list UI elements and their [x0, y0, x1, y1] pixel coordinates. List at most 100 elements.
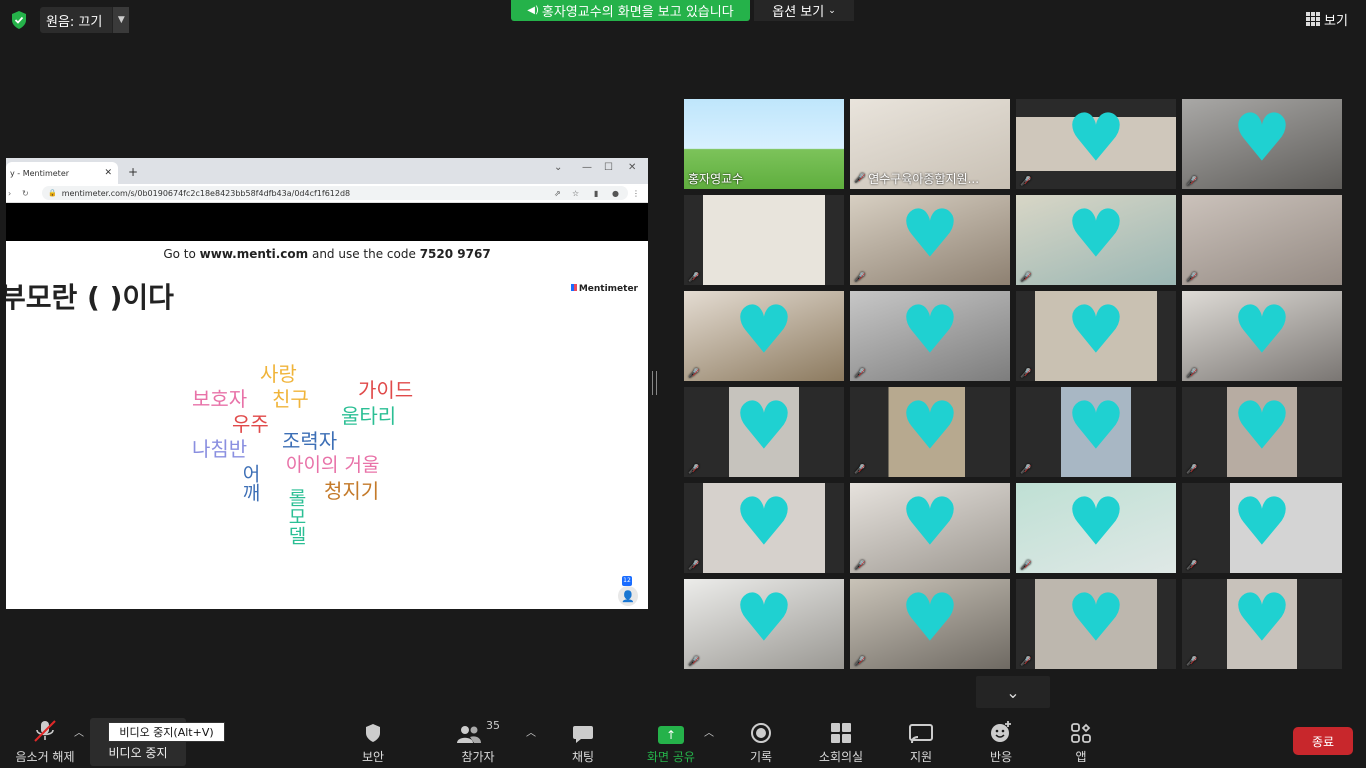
muted-mic-icon: 🎤̸	[854, 657, 866, 667]
muted-mic-icon: 🎤̸	[688, 561, 700, 571]
participant-tile[interactable]: ♥ 🎤̸	[1182, 387, 1342, 477]
audio-options-caret-icon[interactable]: ︿	[74, 724, 84, 739]
word-cloud-item: 아이의 거울	[286, 454, 380, 476]
participant-name-tag: 🎤̸	[1020, 177, 1034, 187]
word-cloud-item: 울타리	[341, 404, 397, 428]
muted-mic-icon: 🎤̸	[1186, 561, 1198, 571]
muted-mic-icon: 🎤̸	[854, 369, 866, 379]
participant-tile[interactable]: ♥ 🎤̸	[850, 579, 1010, 669]
word-cloud-item: 롤모델	[285, 488, 307, 545]
browser-tab-strip: y - Mentimeter ✕ + ⌄ — ☐ ✕	[6, 158, 648, 184]
participant-tile[interactable]: ♥ 🎤̸	[1182, 291, 1342, 381]
split-resize-handle[interactable]	[652, 371, 657, 395]
participant-tile[interactable]: ♥ 🎤̸	[850, 387, 1010, 477]
view-options-button[interactable]: 옵션 보기 ⌄	[754, 0, 854, 21]
audience-count-badge: 12	[622, 576, 632, 586]
participant-name-tag: 🎤̸	[1186, 657, 1200, 667]
participant-count: 35	[486, 719, 500, 732]
participant-tile[interactable]: 🎤̸ 연수구육아종합지원...	[850, 99, 1010, 189]
close-window-icon[interactable]: ✕	[628, 162, 636, 173]
participant-tile[interactable]: ♥ 🎤̸	[1016, 483, 1176, 573]
heart-icon: ♥	[900, 579, 960, 657]
participant-tile[interactable]: ♥ 🎤̸	[1016, 387, 1176, 477]
participant-tile[interactable]: 홍자영교수	[684, 99, 844, 189]
participant-tile[interactable]: ♥ 🎤̸	[1016, 579, 1176, 669]
star-icon[interactable]: ☆	[572, 189, 579, 198]
close-icon[interactable]: ✕	[104, 168, 112, 178]
participant-tile[interactable]: 🎤̸	[684, 195, 844, 285]
chat-button[interactable]: 채팅	[543, 718, 623, 766]
maximize-icon[interactable]: ☐	[604, 162, 613, 173]
participant-tile[interactable]: ♥ 🎤̸	[850, 291, 1010, 381]
participant-tile[interactable]: ♥ 🎤̸	[1182, 483, 1342, 573]
menti-join-instructions: Go to www.menti.com and use the code 752…	[6, 247, 648, 261]
apps-button[interactable]: 앱	[1041, 718, 1121, 766]
unmute-button[interactable]: 음소거 해제	[5, 718, 85, 766]
share-icon[interactable]: ⇗	[554, 189, 561, 198]
address-bar[interactable]: 🔒 mentimeter.com/s/0b0190674fc2c18e8423b…	[42, 186, 628, 200]
next-page-chevron-icon[interactable]: ⌄	[976, 676, 1050, 708]
participant-name-tag: 🎤̸	[1020, 657, 1034, 667]
participant-tile[interactable]: ♥ 🎤̸	[850, 195, 1010, 285]
participant-name-tag: 🎤̸	[1020, 465, 1034, 475]
share-banner-text: 홍자영교수의 화면을 보고 있습니다	[541, 5, 734, 20]
profile-icon[interactable]: ●	[612, 189, 619, 198]
chat-label: 채팅	[571, 750, 595, 764]
minimize-icon[interactable]: —	[582, 162, 592, 173]
chat-bubble-icon	[543, 718, 623, 744]
speaker-icon: ◀)	[527, 5, 539, 16]
reload-icon[interactable]: ↻	[22, 189, 29, 198]
participant-name-tag: 🎤̸	[1020, 561, 1034, 571]
chevron-down-icon[interactable]: ▼	[112, 7, 130, 33]
participant-tile[interactable]: ♥ 🎤̸	[1016, 99, 1176, 189]
participant-tile[interactable]: ♥ 🎤̸	[850, 483, 1010, 573]
end-meeting-button[interactable]: 종료	[1293, 727, 1353, 755]
muted-mic-icon: 🎤̸	[1186, 177, 1198, 187]
participant-tile[interactable]: ♥ 🎤̸	[684, 579, 844, 669]
heart-icon: ♥	[1232, 387, 1292, 465]
share-options-caret-icon[interactable]: ︿	[704, 724, 714, 739]
participant-tile[interactable]: ♥ 🎤̸	[684, 387, 844, 477]
participant-tile[interactable]: ♥ 🎤̸	[1016, 291, 1176, 381]
share-screen-button[interactable]: ↑ 화면 공유	[631, 718, 711, 766]
view-label: 보기	[1324, 13, 1348, 29]
menti-question-title: 부모란 ( )이다	[6, 281, 174, 314]
muted-mic-icon: 🎤̸	[1186, 273, 1198, 283]
participant-tile[interactable]: ♥ 🎤̸	[684, 483, 844, 573]
participant-tile[interactable]: ♥ 🎤̸	[1016, 195, 1176, 285]
reactions-button[interactable]: 반응	[961, 718, 1041, 766]
security-label: 보안	[361, 750, 385, 764]
new-tab-icon[interactable]: +	[128, 165, 138, 179]
chevron-down-icon[interactable]: ⌄	[554, 162, 562, 173]
breakout-rooms-button[interactable]: 소회의실	[801, 718, 881, 766]
participant-name-tag: 🎤̸	[1186, 561, 1200, 571]
participant-tile[interactable]: ♥ 🎤̸	[1182, 579, 1342, 669]
unmute-label: 음소거 해제	[15, 750, 75, 764]
participants-caret-icon[interactable]: ︿	[526, 724, 536, 739]
record-button[interactable]: 기록	[721, 718, 801, 766]
heart-icon: ♥	[1066, 291, 1126, 369]
security-button[interactable]: 보안	[333, 718, 413, 766]
logo-text: Mentimeter	[578, 284, 638, 294]
participants-icon: 35	[438, 718, 518, 744]
support-button[interactable]: 지원	[881, 718, 961, 766]
heart-icon: ♥	[734, 483, 794, 561]
heart-icon: ♥	[1232, 99, 1292, 177]
participant-tile[interactable]: 🎤̸	[1182, 195, 1342, 285]
participant-tile[interactable]: ♥ 🎤̸	[684, 291, 844, 381]
security-shield-icon[interactable]	[8, 9, 30, 31]
apps-label: 앱	[1075, 750, 1087, 764]
participant-tile[interactable]: ♥ 🎤̸	[1182, 99, 1342, 189]
forward-icon[interactable]: ›	[8, 189, 11, 198]
participants-button[interactable]: 35 참가자	[438, 718, 518, 766]
muted-mic-icon: 🎤̸	[688, 465, 700, 475]
participant-name-tag: 🎤̸	[688, 657, 702, 667]
muted-mic-icon: 🎤̸	[1020, 657, 1032, 667]
browser-tab[interactable]: y - Mentimeter ✕	[6, 162, 118, 184]
view-button[interactable]: 보기	[1306, 8, 1356, 30]
original-sound-toggle[interactable]: 원음: 끄기 ▼	[40, 7, 130, 33]
share-screen-label: 화면 공유	[647, 750, 695, 764]
more-icon[interactable]: ⋮	[632, 189, 640, 198]
sidebar-icon[interactable]: ▮	[594, 189, 598, 198]
muted-mic-icon: 🎤̸	[688, 369, 700, 379]
